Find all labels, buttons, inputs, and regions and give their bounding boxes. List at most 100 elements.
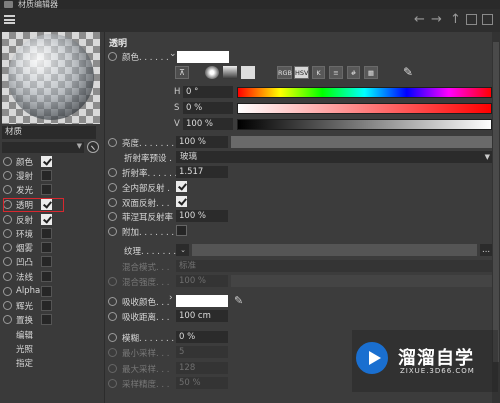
channel-checkbox[interactable]: [41, 214, 52, 225]
channel-checkbox[interactable]: [41, 242, 52, 253]
channel-checkbox[interactable]: [41, 156, 52, 167]
radio-icon[interactable]: [108, 212, 117, 221]
color-swatch[interactable]: [177, 51, 229, 63]
accuracy-field[interactable]: 50 %: [176, 377, 228, 389]
channel-checkbox[interactable]: [41, 228, 52, 239]
radio-icon[interactable]: [3, 157, 12, 166]
image-icon[interactable]: [241, 66, 255, 79]
channel-bump[interactable]: 凹凸: [0, 255, 104, 269]
brightness-field[interactable]: 100 %: [176, 136, 228, 148]
hue-slider[interactable]: [237, 87, 492, 98]
additive-checkbox[interactable]: [176, 225, 187, 236]
radio-icon[interactable]: [108, 227, 117, 236]
h-field[interactable]: 0 °: [183, 86, 233, 98]
radio-icon[interactable]: [108, 52, 117, 61]
double-sided-checkbox[interactable]: [176, 196, 187, 207]
channel-displacement[interactable]: 置换: [0, 313, 104, 327]
s-field[interactable]: 0 %: [183, 102, 233, 114]
ior-field[interactable]: 1.517: [176, 166, 228, 178]
forward-arrow-icon[interactable]: →: [431, 12, 442, 27]
menu-icon[interactable]: [4, 15, 15, 24]
up-arrow-icon[interactable]: ↑: [450, 12, 461, 27]
radio-icon[interactable]: [3, 272, 12, 281]
hex-icon[interactable]: #: [347, 66, 360, 79]
channel-glow[interactable]: 辉光: [0, 299, 104, 313]
mixer-icon[interactable]: ≡: [329, 66, 343, 79]
channel-fog[interactable]: 烟雾: [0, 241, 104, 255]
expand-icon[interactable]: ›: [169, 293, 173, 303]
radio-icon[interactable]: [108, 277, 117, 286]
tab-kelvin[interactable]: K: [312, 66, 325, 79]
min-samples-field[interactable]: 5: [176, 346, 228, 358]
preview-settings-icon[interactable]: [87, 141, 99, 153]
blur-field[interactable]: 0 %: [176, 331, 228, 343]
saturation-slider[interactable]: [237, 103, 492, 114]
channel-environment[interactable]: 环境: [0, 227, 104, 241]
radio-icon[interactable]: [3, 185, 12, 194]
texture-menu-button[interactable]: ⌄: [176, 244, 189, 256]
radio-icon[interactable]: [3, 171, 12, 180]
channel-checkbox[interactable]: [41, 286, 52, 297]
max-samples-field[interactable]: 128: [176, 362, 228, 374]
sidebar-item-editor[interactable]: 编辑: [16, 329, 33, 341]
lock-icon[interactable]: [466, 14, 477, 25]
radio-icon[interactable]: [108, 379, 117, 388]
color-spectrum-icon[interactable]: [223, 66, 237, 79]
radio-icon[interactable]: [108, 348, 117, 357]
value-slider[interactable]: [237, 119, 492, 130]
blend-mode-dropdown[interactable]: 标准: [176, 260, 493, 272]
channel-diffusion[interactable]: 漫射: [0, 169, 104, 183]
expand-icon[interactable]: ⌄: [169, 49, 177, 59]
radio-icon[interactable]: [108, 297, 117, 306]
absorption-distance-field[interactable]: 100 cm: [176, 310, 228, 322]
tab-hsv[interactable]: HSV: [294, 66, 309, 79]
fresnel-field[interactable]: 100 %: [176, 210, 228, 222]
sidebar-item-illumination[interactable]: 光照: [16, 343, 33, 355]
color-picker-tool-icon[interactable]: ⊼: [175, 66, 189, 79]
eyedropper-icon[interactable]: ✎: [234, 294, 243, 307]
channel-checkbox[interactable]: [41, 314, 52, 325]
channel-normal[interactable]: 法线: [0, 270, 104, 284]
texture-slot[interactable]: [192, 244, 477, 256]
preset-dropdown[interactable]: 玻璃 ▼: [176, 151, 493, 163]
scrollbar-thumb[interactable]: [493, 42, 499, 362]
v-field[interactable]: 100 %: [183, 118, 233, 130]
blend-strength-slider[interactable]: [231, 275, 493, 287]
radio-icon[interactable]: [3, 215, 12, 224]
new-window-icon[interactable]: [482, 14, 493, 25]
channel-alpha[interactable]: Alpha: [0, 285, 104, 299]
tab-rgb[interactable]: RGB: [277, 66, 292, 79]
back-arrow-icon[interactable]: ←: [414, 12, 425, 27]
radio-icon[interactable]: [3, 243, 12, 252]
total-internal-reflection-checkbox[interactable]: [176, 181, 187, 192]
channel-reflectance[interactable]: 反射: [0, 213, 104, 227]
channel-checkbox[interactable]: [41, 256, 52, 267]
eyedropper-icon[interactable]: ✎: [403, 65, 413, 79]
radio-icon[interactable]: [3, 315, 12, 324]
swatches-icon[interactable]: ▦: [364, 66, 378, 79]
radio-icon[interactable]: [108, 183, 117, 192]
channel-checkbox[interactable]: [41, 184, 52, 195]
brightness-slider[interactable]: [231, 136, 493, 148]
absorption-color-swatch[interactable]: [176, 295, 228, 307]
radio-icon[interactable]: [108, 138, 117, 147]
material-preview[interactable]: [2, 32, 100, 124]
preview-options-dropdown[interactable]: ▼: [2, 142, 84, 153]
radio-icon[interactable]: [108, 198, 117, 207]
channel-checkbox[interactable]: [41, 271, 52, 282]
channel-checkbox[interactable]: [41, 300, 52, 311]
radio-icon[interactable]: [3, 287, 12, 296]
radio-icon[interactable]: [3, 229, 12, 238]
sidebar-item-assign[interactable]: 指定: [16, 357, 33, 369]
radio-icon[interactable]: [3, 301, 12, 310]
channel-color[interactable]: 颜色: [0, 155, 104, 169]
material-name-field[interactable]: 材质: [2, 126, 96, 139]
radio-icon[interactable]: [108, 333, 117, 342]
channel-luminance[interactable]: 发光: [0, 183, 104, 197]
radio-icon[interactable]: [108, 364, 117, 373]
blend-strength-field[interactable]: 100 %: [176, 275, 228, 287]
radio-icon[interactable]: [3, 257, 12, 266]
radio-icon[interactable]: [108, 168, 117, 177]
radio-icon[interactable]: [108, 312, 117, 321]
channel-checkbox[interactable]: [41, 170, 52, 181]
